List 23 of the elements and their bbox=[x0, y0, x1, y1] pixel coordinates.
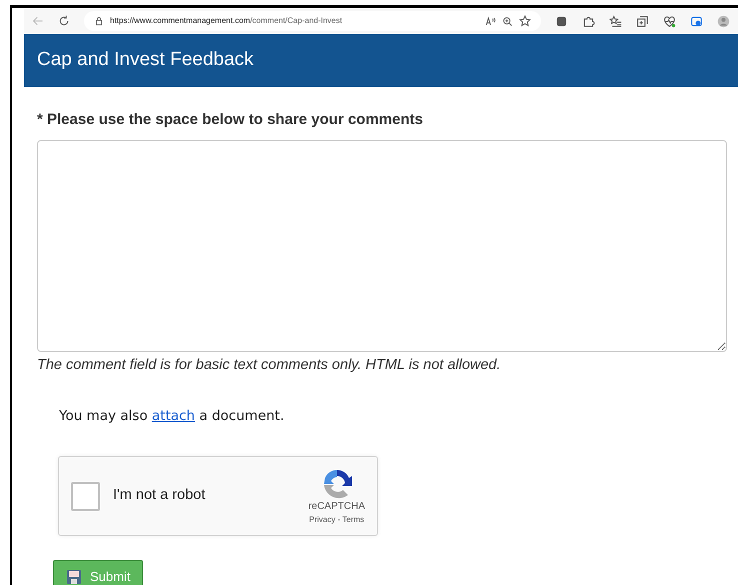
separator-text: - bbox=[338, 514, 340, 524]
read-aloud-icon[interactable] bbox=[485, 16, 496, 26]
favorite-star-icon[interactable] bbox=[519, 15, 531, 27]
lock-icon[interactable] bbox=[94, 16, 104, 26]
zoom-icon[interactable] bbox=[502, 16, 513, 26]
attach-link[interactable]: attach bbox=[152, 408, 195, 424]
robot-checkbox[interactable] bbox=[71, 482, 100, 511]
favorites-list-icon[interactable] bbox=[609, 14, 622, 28]
profile-avatar-icon[interactable] bbox=[717, 14, 730, 28]
comment-field[interactable] bbox=[37, 140, 727, 352]
privacy-link[interactable]: Privacy bbox=[309, 514, 336, 524]
help-text: The comment field is for basic text comments only. HTML is not allowed. bbox=[37, 356, 502, 374]
refresh-icon[interactable] bbox=[58, 15, 70, 27]
field-label: * Please use the space below to share your comments bbox=[37, 110, 424, 130]
terms-link[interactable]: Terms bbox=[342, 514, 364, 524]
page-title: Cap and Invest Feedback bbox=[37, 48, 254, 72]
browser-essentials-icon[interactable] bbox=[690, 14, 703, 28]
attach-note: You may also attach a document. bbox=[59, 407, 284, 426]
collections-icon[interactable] bbox=[636, 14, 649, 28]
puzzle-icon[interactable] bbox=[582, 14, 595, 28]
captcha-label: I'm not a robot bbox=[113, 486, 206, 506]
captcha-brand: reCAPTCHA bbox=[308, 500, 365, 514]
heart-pulse-icon[interactable] bbox=[663, 14, 676, 28]
